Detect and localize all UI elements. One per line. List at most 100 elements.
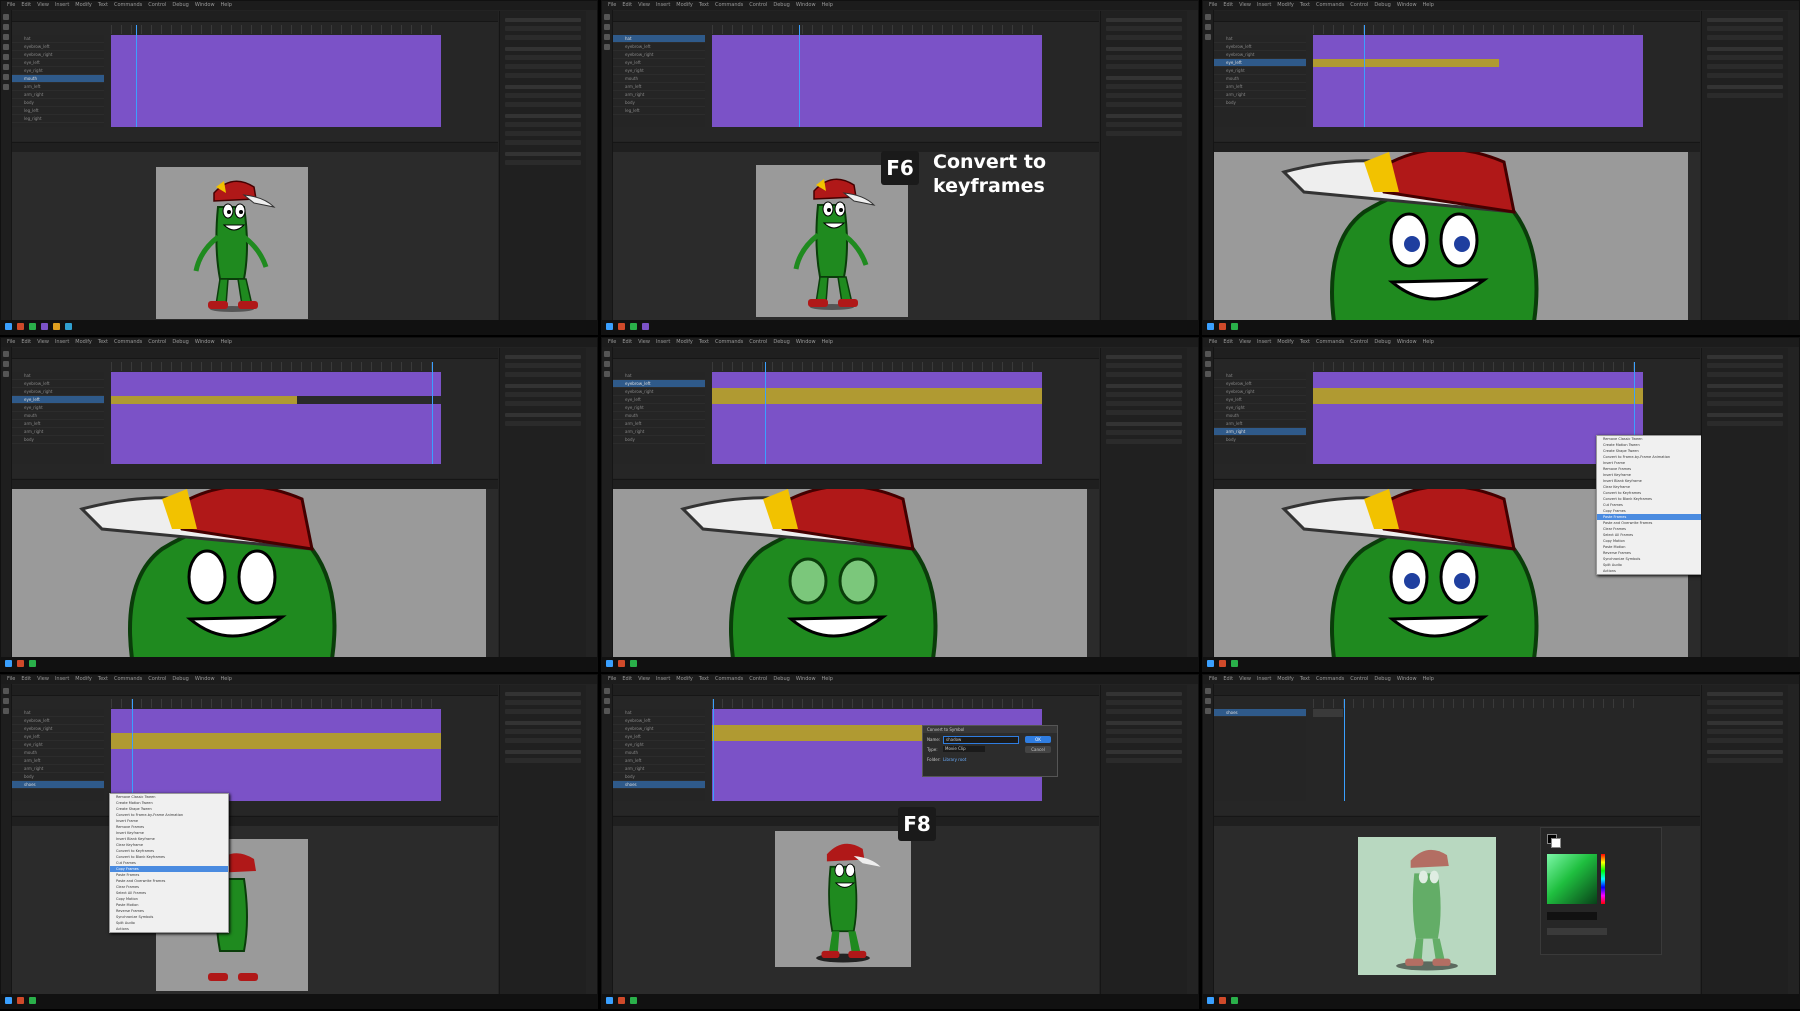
menu-commands[interactable]: Commands: [114, 2, 142, 8]
menu-file[interactable]: File: [7, 2, 15, 8]
layer-row[interactable]: eye_right: [12, 741, 104, 749]
start-icon[interactable]: [606, 660, 613, 667]
layer-row[interactable]: eyebrow_left: [12, 43, 104, 51]
menu-commands[interactable]: Commands: [1316, 2, 1344, 8]
menu-view[interactable]: View: [1239, 2, 1251, 8]
app-icon[interactable]: [618, 997, 625, 1004]
frame-grid[interactable]: [111, 372, 441, 464]
layer-row[interactable]: body: [613, 99, 705, 107]
select-tool-icon[interactable]: [1205, 688, 1211, 694]
menu-file[interactable]: File: [608, 339, 616, 345]
zoom-tool-icon[interactable]: [1205, 708, 1211, 714]
app-icon[interactable]: [29, 660, 36, 667]
cancel-button[interactable]: Cancel: [1025, 746, 1051, 753]
layer-row[interactable]: arm_right: [1214, 428, 1306, 436]
start-icon[interactable]: [5, 323, 12, 330]
menu-edit[interactable]: Edit: [1223, 339, 1233, 345]
layer-row[interactable]: mouth: [12, 412, 104, 420]
menu-help[interactable]: Help: [1423, 2, 1434, 8]
menu-control[interactable]: Control: [148, 339, 166, 345]
frame-ruler[interactable]: [1313, 362, 1643, 371]
brush-tool-icon[interactable]: [1205, 698, 1211, 704]
menu-view[interactable]: View: [37, 2, 49, 8]
menu-insert[interactable]: Insert: [55, 676, 69, 682]
brush-tool-icon[interactable]: [3, 698, 9, 704]
layer-row[interactable]: arm_left: [12, 420, 104, 428]
menu-view[interactable]: View: [638, 339, 650, 345]
subselect-tool-icon[interactable]: [3, 24, 9, 30]
frame-grid[interactable]: [1313, 709, 1643, 801]
app-icon[interactable]: [1219, 997, 1226, 1004]
menu-help[interactable]: Help: [822, 676, 833, 682]
brush-tool-icon[interactable]: [1205, 24, 1211, 30]
app-icon[interactable]: [17, 997, 24, 1004]
brush-tool-icon[interactable]: [604, 24, 610, 30]
layer-row[interactable]: hat: [12, 709, 104, 717]
layer-row[interactable]: hat: [1214, 372, 1306, 380]
app-icon[interactable]: [618, 323, 625, 330]
layer-row[interactable]: eyebrow_left: [613, 717, 705, 725]
menu-modify[interactable]: Modify: [676, 2, 693, 8]
app-icon[interactable]: [630, 660, 637, 667]
layer-row[interactable]: hat: [12, 372, 104, 380]
menu-debug[interactable]: Debug: [773, 676, 789, 682]
color-swatch-fill[interactable]: [1551, 838, 1561, 848]
select-tool-icon[interactable]: [3, 688, 9, 694]
menu-help[interactable]: Help: [221, 339, 232, 345]
menu-file[interactable]: File: [7, 339, 15, 345]
layer-row[interactable]: eyebrow_left: [12, 717, 104, 725]
layer-row[interactable]: eye_right: [613, 404, 705, 412]
frame-ruler[interactable]: [712, 25, 1042, 34]
menu-commands[interactable]: Commands: [1316, 339, 1344, 345]
menu-view[interactable]: View: [638, 676, 650, 682]
brush-tool-icon[interactable]: [1205, 361, 1211, 367]
menu-view[interactable]: View: [37, 339, 49, 345]
app-icon[interactable]: [1219, 660, 1226, 667]
menu-modify[interactable]: Modify: [676, 339, 693, 345]
layer-row[interactable]: hat: [613, 709, 705, 717]
frame-ruler[interactable]: [712, 699, 1042, 708]
start-icon[interactable]: [1207, 660, 1214, 667]
select-tool-icon[interactable]: [1205, 14, 1211, 20]
layer-row[interactable]: body: [613, 436, 705, 444]
menu-edit[interactable]: Edit: [622, 676, 632, 682]
menu-commands[interactable]: Commands: [1316, 676, 1344, 682]
menu-edit[interactable]: Edit: [622, 2, 632, 8]
menu-window[interactable]: Window: [796, 676, 816, 682]
stage-canvas[interactable]: [1358, 837, 1496, 975]
menu-commands[interactable]: Commands: [715, 2, 743, 8]
zoom-tool-icon[interactable]: [1205, 371, 1211, 377]
layer-row[interactable]: eyebrow_left: [613, 43, 705, 51]
add-swatch-button[interactable]: [1547, 928, 1607, 935]
layer-row[interactable]: eye_left: [613, 733, 705, 741]
app-icon[interactable]: [53, 323, 60, 330]
zoom-tool-icon[interactable]: [3, 708, 9, 714]
menu-insert[interactable]: Insert: [55, 339, 69, 345]
menu-help[interactable]: Help: [822, 339, 833, 345]
app-icon[interactable]: [29, 997, 36, 1004]
layer-row[interactable]: arm_left: [1214, 83, 1306, 91]
menu-file[interactable]: File: [1209, 676, 1217, 682]
menu-window[interactable]: Window: [195, 339, 215, 345]
zoom-tool-icon[interactable]: [604, 44, 610, 50]
frame-grid[interactable]: [712, 35, 1042, 127]
app-icon[interactable]: [29, 323, 36, 330]
select-tool-icon[interactable]: [1205, 351, 1211, 357]
menu-view[interactable]: View: [1239, 676, 1251, 682]
select-tool-icon[interactable]: [604, 14, 610, 20]
start-icon[interactable]: [1207, 997, 1214, 1004]
ok-button[interactable]: OK: [1025, 736, 1051, 743]
layer-row[interactable]: body: [12, 436, 104, 444]
layer-row[interactable]: shoes: [613, 781, 705, 789]
stage-canvas[interactable]: [156, 167, 308, 319]
menu-window[interactable]: Window: [195, 2, 215, 8]
app-icon[interactable]: [41, 323, 48, 330]
menu-control[interactable]: Control: [749, 676, 767, 682]
menu-commands[interactable]: Commands: [114, 676, 142, 682]
layer-row[interactable]: body: [12, 99, 104, 107]
start-icon[interactable]: [606, 323, 613, 330]
app-icon[interactable]: [630, 323, 637, 330]
layer-row[interactable]: hat: [613, 372, 705, 380]
layer-row[interactable]: hat: [12, 35, 104, 43]
layer-row[interactable]: arm_left: [613, 83, 705, 91]
